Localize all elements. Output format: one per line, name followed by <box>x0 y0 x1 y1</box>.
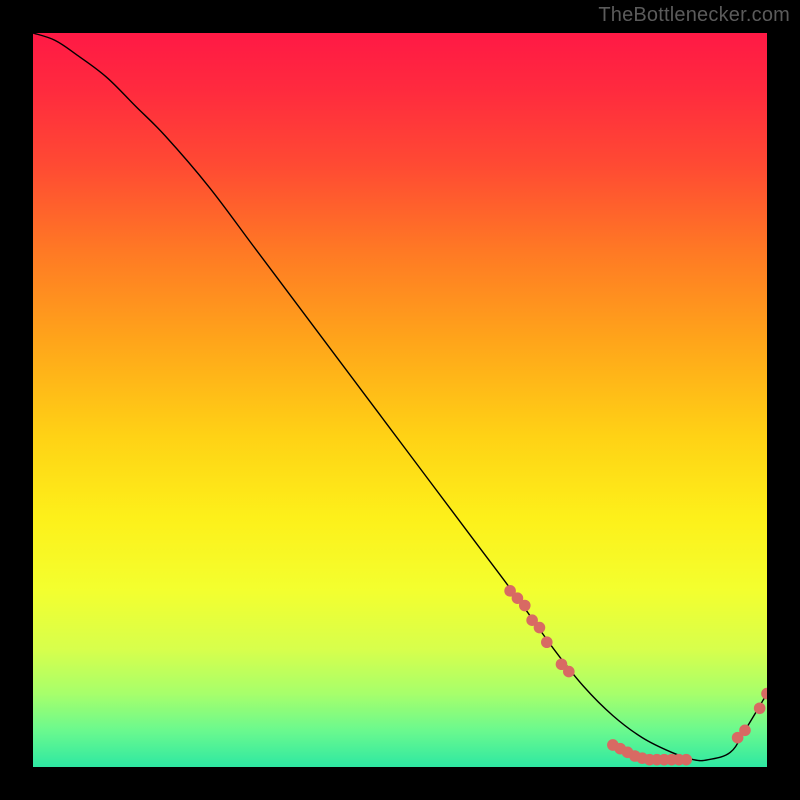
chart-background <box>33 33 767 767</box>
chart-stage: TheBottlenecker.com <box>0 0 800 800</box>
marker-dot <box>739 725 751 737</box>
marker-dot <box>563 666 575 678</box>
marker-dot <box>519 600 531 612</box>
chart-svg <box>33 33 767 767</box>
marker-dot <box>541 636 553 648</box>
watermark-text: TheBottlenecker.com <box>598 4 790 27</box>
marker-dot <box>754 702 766 714</box>
marker-dot <box>534 622 546 634</box>
marker-dot <box>680 754 692 766</box>
plot-area <box>33 33 767 767</box>
